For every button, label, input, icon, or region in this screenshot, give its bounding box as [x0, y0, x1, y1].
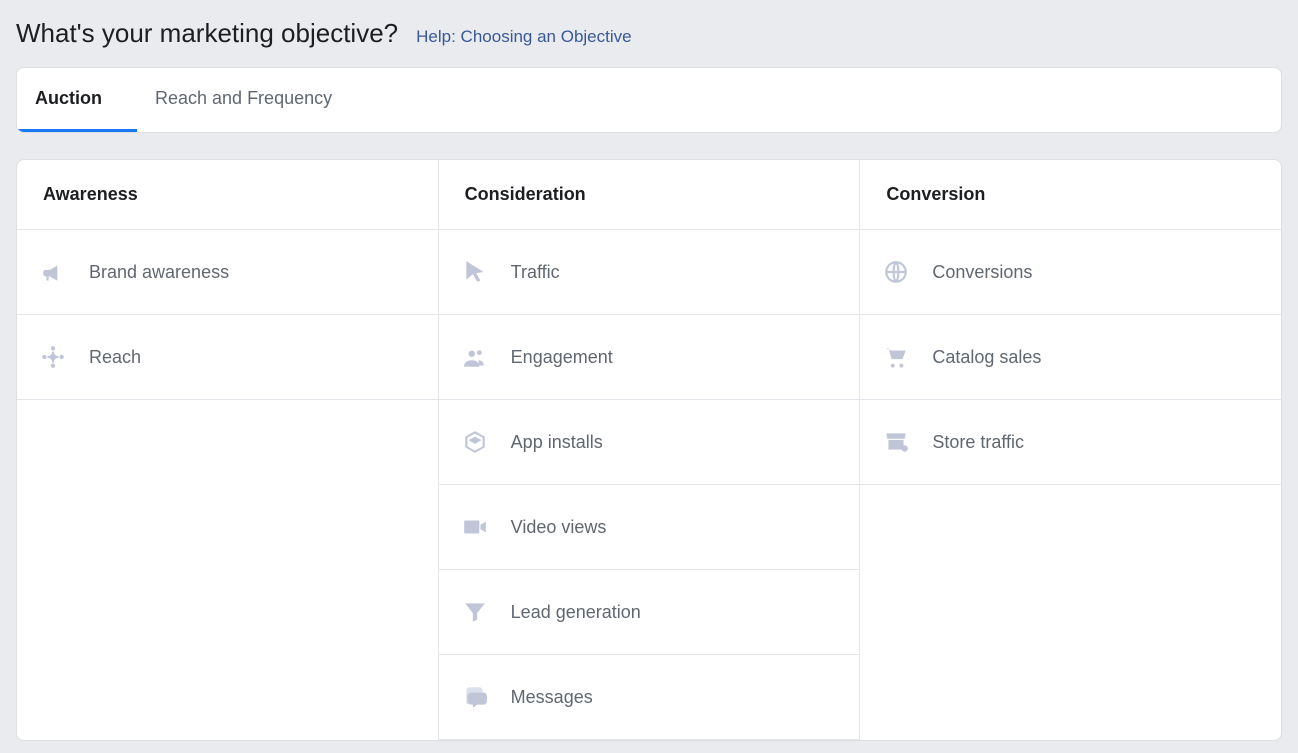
objective-label: Engagement [511, 347, 613, 368]
column-consideration: Consideration Traffic Engagement App ins… [439, 160, 861, 740]
column-header-consideration: Consideration [439, 160, 860, 230]
objective-label: Conversions [932, 262, 1032, 283]
column-header-conversion: Conversion [860, 160, 1281, 230]
objectives-grid: Awareness Brand awareness Reach Consider… [16, 159, 1282, 741]
buying-type-tabs: Auction Reach and Frequency [16, 67, 1282, 133]
objective-video-views[interactable]: Video views [439, 485, 860, 570]
box-icon [461, 428, 489, 456]
page-header: What's your marketing objective? Help: C… [16, 12, 1282, 67]
objective-label: Messages [511, 687, 593, 708]
objective-reach[interactable]: Reach [17, 315, 438, 400]
tab-reach-frequency[interactable]: Reach and Frequency [137, 68, 367, 132]
funnel-icon [461, 598, 489, 626]
network-icon [39, 343, 67, 371]
objective-conversions[interactable]: Conversions [860, 230, 1281, 315]
objective-messages[interactable]: Messages [439, 655, 860, 740]
cart-icon [882, 343, 910, 371]
page-title: What's your marketing objective? [16, 18, 398, 49]
objective-engagement[interactable]: Engagement [439, 315, 860, 400]
objective-app-installs[interactable]: App installs [439, 400, 860, 485]
megaphone-icon [39, 258, 67, 286]
column-conversion: Conversion Conversions Catalog sales Sto… [860, 160, 1281, 740]
objective-brand-awareness[interactable]: Brand awareness [17, 230, 438, 315]
objective-traffic[interactable]: Traffic [439, 230, 860, 315]
video-icon [461, 513, 489, 541]
objective-label: Traffic [511, 262, 560, 283]
objective-label: App installs [511, 432, 603, 453]
objective-lead-generation[interactable]: Lead generation [439, 570, 860, 655]
chat-icon [461, 683, 489, 711]
objective-label: Catalog sales [932, 347, 1041, 368]
people-icon [461, 343, 489, 371]
objective-catalog-sales[interactable]: Catalog sales [860, 315, 1281, 400]
column-awareness: Awareness Brand awareness Reach [17, 160, 439, 740]
help-link[interactable]: Help: Choosing an Objective [416, 27, 631, 47]
tab-auction[interactable]: Auction [17, 68, 137, 132]
objective-store-traffic[interactable]: Store traffic [860, 400, 1281, 485]
globe-icon [882, 258, 910, 286]
column-header-awareness: Awareness [17, 160, 438, 230]
store-icon [882, 428, 910, 456]
objective-label: Store traffic [932, 432, 1024, 453]
objective-label: Video views [511, 517, 607, 538]
objective-label: Reach [89, 347, 141, 368]
objective-label: Lead generation [511, 602, 641, 623]
cursor-icon [461, 258, 489, 286]
objective-label: Brand awareness [89, 262, 229, 283]
